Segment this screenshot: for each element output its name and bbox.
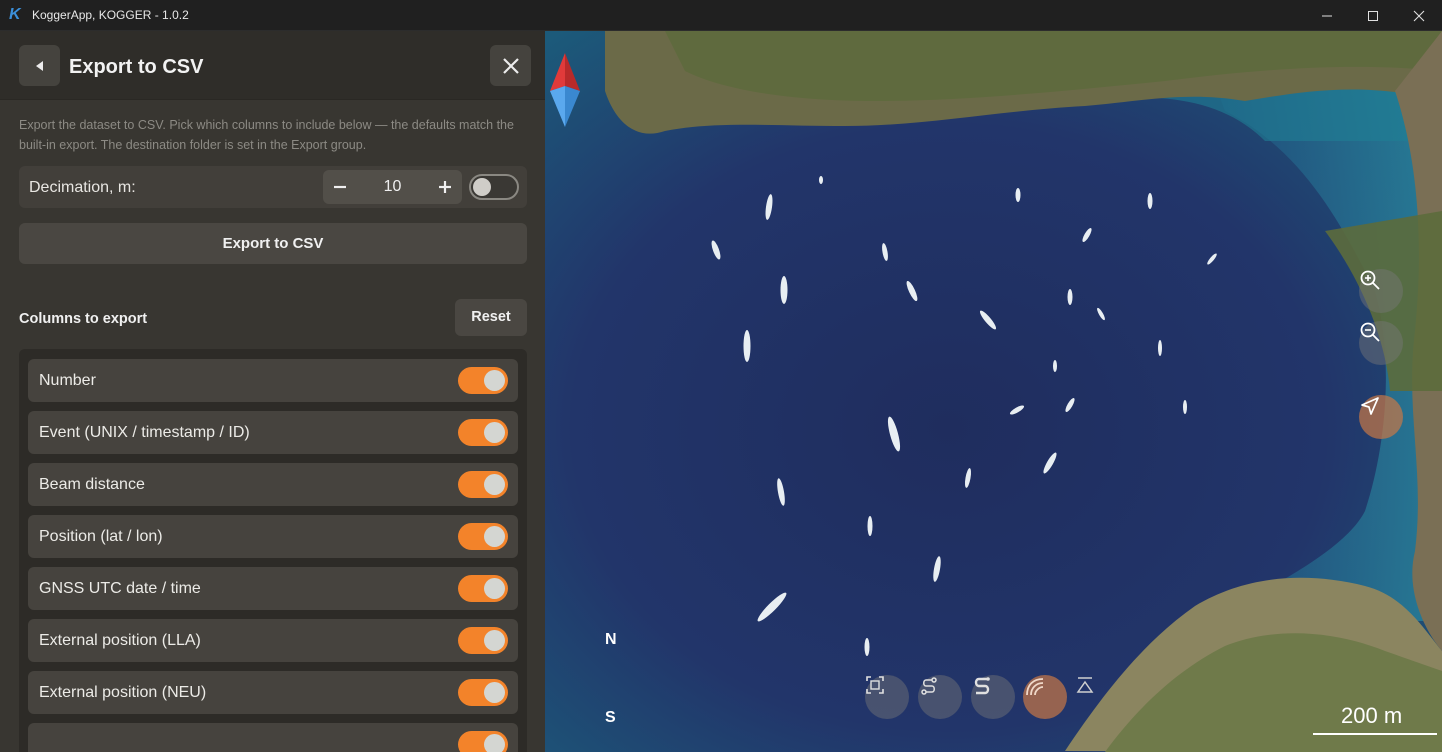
panel-header: Export to CSV — [0, 31, 545, 100]
satellite-map — [545, 31, 1442, 752]
export-panel: Export to CSV Export the dataset to CSV.… — [0, 31, 545, 752]
signal-icon — [1026, 678, 1044, 696]
column-toggle[interactable] — [458, 419, 508, 446]
column-label: Number — [39, 372, 96, 389]
column-toggle[interactable] — [458, 471, 508, 498]
toggle-knob — [484, 682, 505, 703]
column-label: External position (NEU) — [39, 684, 207, 701]
toggle-knob — [484, 474, 505, 495]
column-toggle[interactable] — [458, 523, 508, 550]
decimation-stepper: 10 — [323, 170, 462, 204]
decimation-toggle[interactable] — [469, 174, 519, 200]
layers-button[interactable] — [1075, 675, 1119, 719]
toggle-knob — [484, 526, 505, 547]
column-item-event[interactable]: Event (UNIX / timestamp / ID) — [28, 411, 518, 454]
minimize-icon — [1322, 15, 1332, 16]
compass-north-label: N — [605, 631, 617, 648]
decimation-row: Decimation, m: 10 — [19, 166, 527, 208]
increment-button[interactable] — [428, 170, 462, 204]
track-alt-button[interactable] — [971, 675, 1015, 719]
fit-view-icon — [866, 676, 884, 694]
signal-button[interactable] — [1023, 675, 1067, 719]
scale-bar — [1313, 733, 1437, 735]
fit-view-button[interactable] — [865, 675, 909, 719]
plus-icon — [439, 181, 451, 193]
triangle-icon — [1076, 677, 1094, 693]
zoom-out-button[interactable] — [1359, 321, 1403, 365]
column-item-partial[interactable] — [28, 723, 518, 752]
column-toggle[interactable] — [458, 731, 508, 752]
maximize-button[interactable] — [1350, 0, 1396, 31]
close-panel-button[interactable] — [490, 45, 531, 86]
app-logo-icon: K — [9, 6, 21, 23]
minimize-button[interactable] — [1304, 0, 1350, 31]
minus-icon — [334, 185, 346, 189]
column-item-position[interactable]: Position (lat / lon) — [28, 515, 518, 558]
column-toggle[interactable] — [458, 367, 508, 394]
column-toggle[interactable] — [458, 679, 508, 706]
column-label: Position (lat / lon) — [39, 528, 163, 545]
column-item-gnss-utc[interactable]: GNSS UTC date / time — [28, 567, 518, 610]
zoom-in-button[interactable] — [1359, 269, 1403, 313]
zoom-out-icon — [1360, 322, 1380, 342]
title-bar: K KoggerApp, KOGGER - 1.0.2 — [0, 0, 1442, 31]
navigate-button[interactable] — [1359, 395, 1403, 439]
reset-button[interactable]: Reset — [455, 299, 527, 336]
close-window-button[interactable] — [1396, 0, 1442, 31]
column-label: Beam distance — [39, 476, 145, 493]
track-button[interactable] — [918, 675, 962, 719]
window-title: KoggerApp, KOGGER - 1.0.2 — [32, 8, 189, 22]
maximize-icon — [1368, 10, 1378, 21]
column-item-external-neu[interactable]: External position (NEU) — [28, 671, 518, 714]
column-label: Event (UNIX / timestamp / ID) — [39, 424, 250, 441]
map-view[interactable]: N S 200 m — [545, 31, 1442, 752]
column-label: GNSS UTC date / time — [39, 580, 201, 597]
toggle-knob — [484, 578, 505, 599]
decrement-button[interactable] — [323, 170, 357, 204]
compass-south-label: S — [605, 709, 616, 726]
back-arrow-icon — [35, 60, 43, 71]
column-label: External position (LLA) — [39, 632, 201, 649]
columns-list: Number Event (UNIX / timestamp / ID) Bea… — [19, 349, 527, 752]
decimation-value[interactable]: 10 — [357, 178, 428, 196]
panel-description: Export the dataset to CSV. Pick which co… — [19, 118, 514, 152]
column-item-beam-distance[interactable]: Beam distance — [28, 463, 518, 506]
toggle-knob — [484, 422, 505, 443]
decimation-label: Decimation, m: — [29, 179, 136, 196]
close-icon — [1413, 10, 1425, 21]
track-icon — [921, 677, 937, 695]
export-csv-button[interactable]: Export to CSV — [19, 223, 527, 264]
track-alt-icon — [974, 677, 990, 695]
scale-label: 200 m — [1341, 703, 1403, 728]
navigate-icon — [1361, 397, 1379, 415]
panel-title: Export to CSV — [69, 56, 204, 78]
column-toggle[interactable] — [458, 575, 508, 602]
column-toggle[interactable] — [458, 627, 508, 654]
toggle-knob — [473, 178, 491, 196]
close-icon — [502, 57, 519, 74]
toggle-knob — [484, 630, 505, 651]
column-item-number[interactable]: Number — [28, 359, 518, 402]
back-button[interactable] — [19, 45, 60, 86]
toggle-knob — [484, 370, 505, 391]
toggle-knob — [484, 734, 505, 752]
columns-heading: Columns to export — [19, 311, 148, 327]
column-item-external-lla[interactable]: External position (LLA) — [28, 619, 518, 662]
zoom-in-icon — [1360, 270, 1380, 290]
compass-icon — [550, 53, 580, 127]
